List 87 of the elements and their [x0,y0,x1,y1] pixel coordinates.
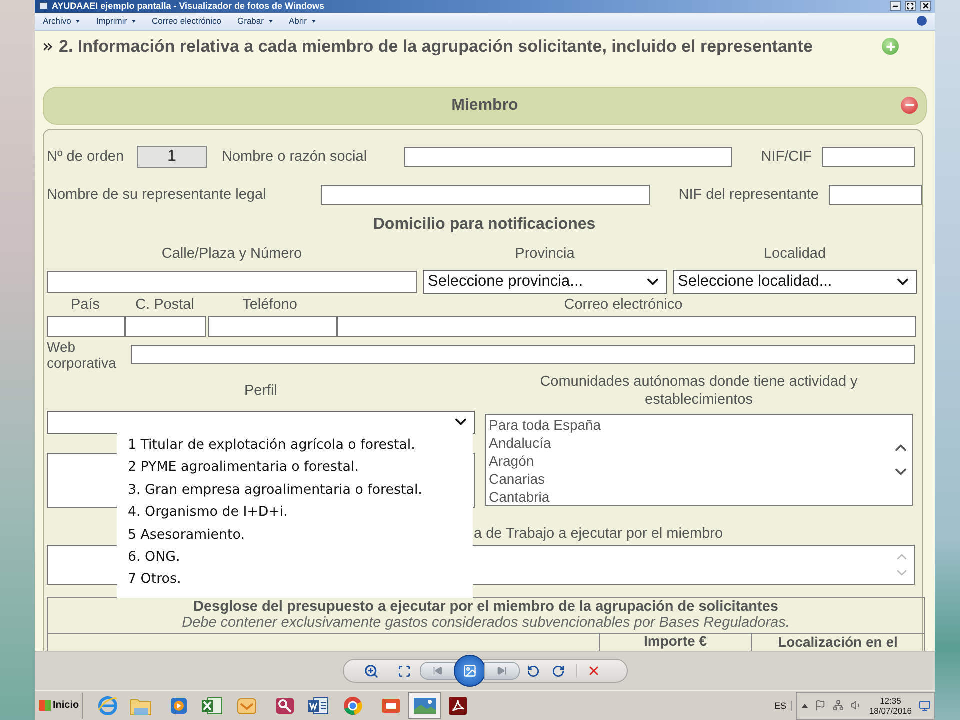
clock[interactable]: 12:35 18/07/2016 [869,696,912,716]
media-player-icon [168,696,189,716]
input-field[interactable] [337,316,916,337]
field-label: Provincia [515,244,575,263]
budget-title: Desglose del presupuesto a ejecutar por el miembro de la agrupación de solicitantes [193,598,778,615]
rotate-right-icon[interactable] [552,664,565,678]
chrome-like-icon [342,694,364,717]
option-text: 5 Asesoramiento. [128,526,246,545]
close-button[interactable] [920,1,931,12]
next-icon [496,666,506,676]
input-field[interactable] [208,316,337,337]
option-text: 3. Gran empresa agroalimentaria o forestal. [128,482,424,500]
flag-icon[interactable] [815,700,826,712]
help-icon[interactable] [917,16,927,26]
column-header: Localización en el [778,634,898,650]
field-label: País [70,296,100,314]
field-label: Teléfono [242,296,298,314]
menu-item[interactable]: Archivo [43,16,80,26]
slideshow-icon [462,664,476,678]
close-icon [922,2,930,10]
rotate-left-icon[interactable] [527,664,540,678]
fit-icon[interactable] [398,664,411,678]
input-field[interactable] [829,184,922,205]
section-heading: 2. Información relativa a cada miembro de la agrupación solicitante, incluido el representante [59,36,814,57]
locality-select[interactable]: Seleccione localidad... [673,270,917,294]
field-label: Comunidades autónomas donde tiene actividad y establecimientos [539,372,859,409]
zoom-icon[interactable] [364,664,379,679]
option-text: 7 Otros. [128,571,182,590]
desktop-icon[interactable] [919,700,931,712]
field-label: Perfil [244,382,278,400]
browser-icon [96,694,119,717]
menu-item[interactable]: Abrir [288,16,316,26]
option-text: 2 PYME agroalimentaria o forestal. [128,459,360,478]
input-field[interactable] [404,146,732,167]
add-icon[interactable] [882,38,899,56]
option-text: 1 Titular de explotación agrícola o forestal. [128,436,416,455]
field-label: Correo electrónico [564,296,683,314]
column-header: Importe € [644,634,707,649]
input-field[interactable] [47,316,125,337]
document-icon [306,696,329,716]
pdf-icon [446,694,469,717]
budget-note: Debe contener exclusivamente gastos considerados subvencionables por Bases Reguladoras. [182,614,790,631]
mail-icon [236,696,258,716]
window-title: AYUDAAEI ejemplo pantalla - Visualizador de fotos de Windows [52,1,326,12]
menu-item[interactable]: Correo electrónico [152,16,222,26]
list-item[interactable]: Para toda España [489,416,892,434]
field-label: Nombre de su representante legal [47,186,268,203]
list-item[interactable]: Canarias [489,470,892,488]
list-item[interactable]: Andalucía [489,434,892,452]
input-field[interactable] [321,184,650,205]
option-text: 4. Organismo de I+D+i. [128,504,289,522]
province-select[interactable]: Seleccione provincia... [423,270,667,294]
remove-icon[interactable] [901,96,918,114]
field-label: Web corporativa [47,338,118,371]
menu-item[interactable]: Grabar [238,16,273,26]
previous-icon [432,666,442,676]
field-label: Localidad [764,244,826,263]
start-button[interactable]: Inicio [36,692,84,719]
field-label: Nombre o razón social [222,148,368,165]
member-title: Miembro [452,96,518,115]
input-field[interactable] [822,146,915,167]
language-indicator[interactable]: ES [769,700,792,711]
field-label: a de Trabajo a ejecutar por el miembro [474,526,724,542]
restore-button[interactable] [905,1,916,12]
order-number-field: 1 [137,146,207,168]
field-label: Calle/Plaza y Número [162,244,302,263]
field-label: NIF/CIF [760,148,813,165]
section-title: Domicilio para notificaciones [373,216,596,234]
slideshow-button[interactable] [454,655,486,688]
restore-icon [907,2,914,10]
caret-icon[interactable] [802,704,808,708]
network-icon[interactable] [833,700,844,712]
input-field[interactable] [125,316,206,337]
menu-item[interactable]: Imprimir [96,16,136,26]
option-text: 6. ONG. [128,548,182,567]
field-label: Nº de orden [47,148,126,165]
input-field[interactable] [47,270,417,293]
list-item[interactable]: Cantabria [489,488,892,506]
app-icon [39,2,48,10]
spreadsheet-icon [200,696,223,716]
speaker-icon[interactable] [851,700,862,712]
input-field[interactable] [131,345,915,364]
field-label: C. Postal [136,296,194,314]
photo-viewer-icon [412,696,437,716]
field-label: NIF del representante [678,186,820,203]
list-item[interactable]: Aragón [489,452,892,470]
minimize-button[interactable] [890,1,901,12]
